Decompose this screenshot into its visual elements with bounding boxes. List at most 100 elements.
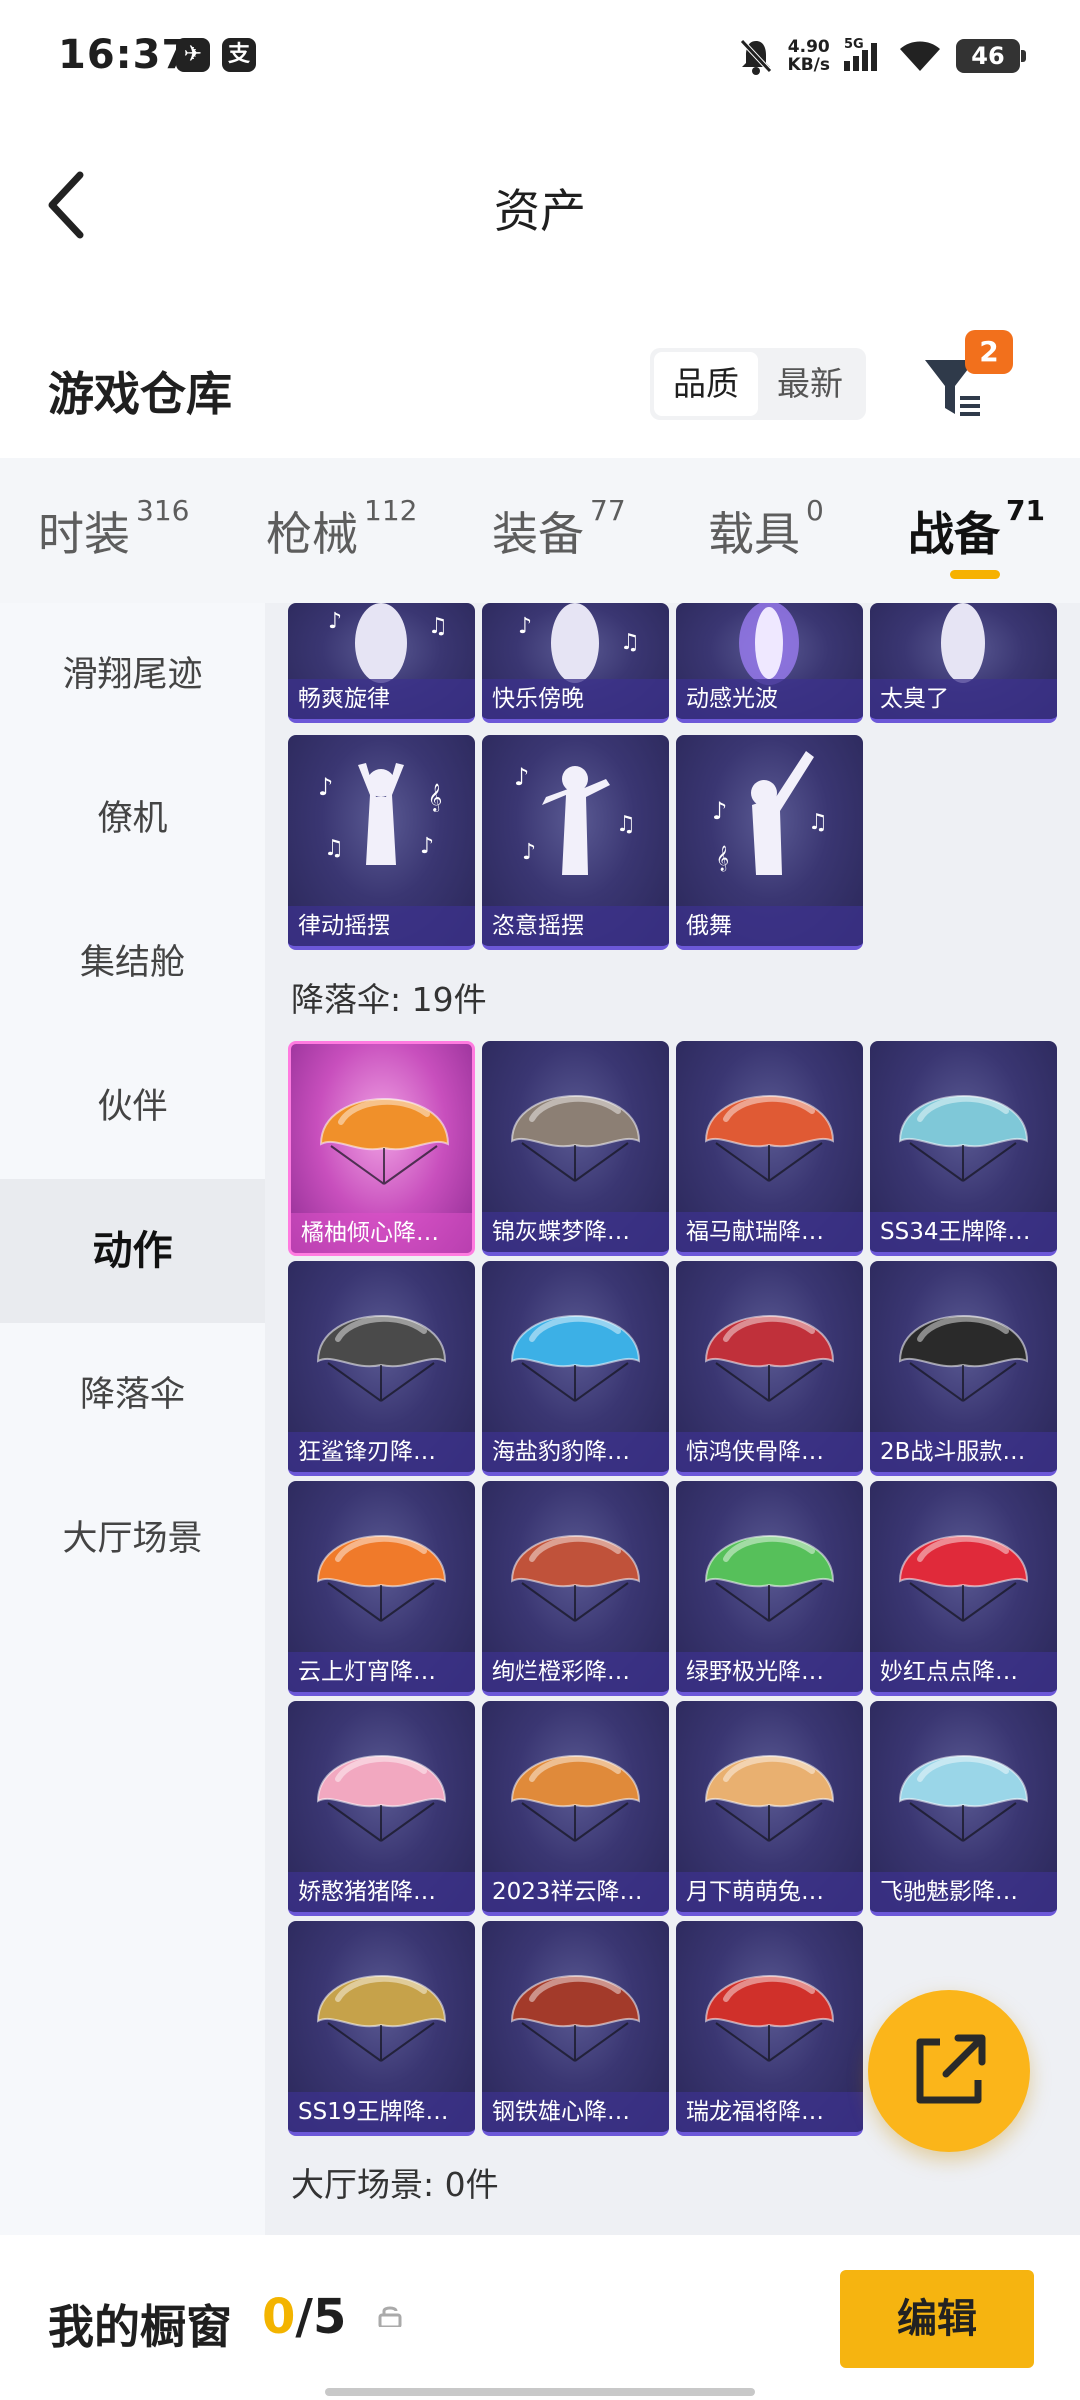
parachute-icon	[316, 1315, 447, 1402]
parachute-icon	[316, 1975, 447, 2062]
sort-option-latest[interactable]: 最新	[758, 352, 862, 416]
parachute-name: 飞驰魅影降…	[870, 1872, 1057, 1912]
mute-bell-icon	[739, 39, 772, 75]
tab-guns[interactable]: 枪械 112	[266, 494, 417, 564]
svg-text:♫: ♫	[324, 836, 344, 861]
emote-card[interactable]: ♪ ♫ 畅爽旋律	[288, 603, 475, 723]
sidebar-item-glide-trail[interactable]: 滑翔尾迹	[0, 603, 265, 747]
showcase-used: 0	[262, 2289, 296, 2345]
parachute-card[interactable]: 海盐豹豹降…	[482, 1261, 669, 1476]
parachute-name: 瑞龙福将降…	[676, 2092, 863, 2132]
parachute-icon	[510, 1535, 641, 1622]
parachute-icon	[898, 1535, 1029, 1622]
tab-active-indicator	[950, 570, 1000, 579]
alipay-icon: 支	[222, 38, 256, 72]
parachute-card[interactable]: 月下萌萌兔…	[676, 1701, 863, 1916]
svg-text:♪: ♪	[420, 834, 434, 859]
tab-battle-prep[interactable]: 战备 71	[908, 494, 1045, 564]
showcase-total: /5	[295, 2289, 347, 2345]
parachute-name: 妙红点点降…	[870, 1652, 1057, 1692]
parachute-card[interactable]: 飞驰魅影降…	[870, 1701, 1057, 1916]
parachute-icon	[319, 1098, 450, 1185]
sidebar-item-lobby-scene[interactable]: 大厅场景	[0, 1467, 265, 1611]
parachute-name: 福马献瑞降…	[676, 1212, 863, 1252]
warehouse-header: 游戏仓库 品质 最新	[0, 320, 1080, 460]
emote-card[interactable]: ♪ ♫ ♪ 恣意摇摆	[482, 735, 669, 950]
parachute-name: 绚烂橙彩降…	[482, 1652, 669, 1692]
parachute-name: 惊鸿侠骨降…	[676, 1432, 863, 1472]
battery-indicator: 46	[956, 39, 1026, 73]
parachute-card[interactable]: 妙红点点降…	[870, 1481, 1057, 1696]
tab-label: 战备	[908, 507, 1000, 561]
showcase-count: 0/5	[262, 2289, 346, 2345]
showcase-bar: 我的橱窗 0/5 编辑	[0, 2235, 1080, 2400]
emote-card[interactable]: 太臭了	[870, 603, 1057, 723]
parachute-card[interactable]: 2B战斗服款…	[870, 1261, 1057, 1476]
tab-label: 时装	[38, 507, 130, 561]
svg-text:♫: ♫	[616, 812, 636, 837]
sort-toggle: 品质 最新	[650, 348, 866, 420]
parachute-card[interactable]: 绿野极光降…	[676, 1481, 863, 1696]
parachute-name: 绿野极光降…	[676, 1652, 863, 1692]
parachute-card[interactable]: 橘柚倾心降…	[288, 1041, 475, 1256]
parachute-card[interactable]: 锦灰蝶梦降…	[482, 1041, 669, 1256]
warehouse-title: 游戏仓库	[48, 367, 232, 421]
sidebar-item-assembly-pod[interactable]: 集结舱	[0, 891, 265, 1035]
svg-text:𝄞: 𝄞	[716, 845, 729, 871]
sidebar-item-emotes[interactable]: 动作	[0, 1179, 265, 1323]
sidebar-item-wingman[interactable]: 僚机	[0, 747, 265, 891]
parachute-icon	[510, 1315, 641, 1402]
sidebar-item-partner[interactable]: 伙伴	[0, 1035, 265, 1179]
emote-name: 动感光波	[676, 679, 863, 719]
parachute-name: SS34王牌降…	[870, 1212, 1057, 1252]
parachute-card[interactable]: 云上灯宵降…	[288, 1481, 475, 1696]
share-button[interactable]	[868, 1990, 1030, 2152]
tab-vehicles[interactable]: 载具 0	[708, 494, 824, 564]
parachute-section-title: 降落伞: 19件	[291, 980, 487, 1019]
parachute-icon	[704, 1755, 835, 1842]
net-speed: 4.90 KB/s	[788, 38, 830, 74]
parachute-card[interactable]: SS34王牌降…	[870, 1041, 1057, 1256]
parachute-name: 锦灰蝶梦降…	[482, 1212, 669, 1252]
top-bar: 资产	[0, 115, 1080, 285]
parachute-name: 娇憨猪猪降…	[288, 1872, 475, 1912]
parachute-name: 狂鲨锋刃降…	[288, 1432, 475, 1472]
filter-count-badge: 2	[965, 330, 1013, 374]
parachute-card[interactable]: 惊鸿侠骨降…	[676, 1261, 863, 1476]
sort-option-quality[interactable]: 品质	[654, 352, 758, 416]
parachute-icon	[704, 1535, 835, 1622]
parachute-card[interactable]: 娇憨猪猪降…	[288, 1701, 475, 1916]
tab-gear[interactable]: 装备 77	[492, 494, 626, 564]
parachute-card[interactable]: 钢铁雄心降…	[482, 1921, 669, 2136]
parachute-name: 月下萌萌兔…	[676, 1872, 863, 1912]
dancer-silhouette-icon: ♪ ♫ ♪	[514, 763, 636, 875]
svg-text:♪: ♪	[318, 773, 333, 801]
svg-text:♫: ♫	[428, 614, 448, 639]
emote-card[interactable]: 动感光波	[676, 603, 863, 723]
parachute-card[interactable]: 福马献瑞降…	[676, 1041, 863, 1256]
parachute-name: 云上灯宵降…	[288, 1652, 475, 1692]
sidebar-item-parachute[interactable]: 降落伞	[0, 1323, 265, 1467]
parachute-name: 2B战斗服款…	[870, 1432, 1057, 1472]
tab-fashion[interactable]: 时装 316	[38, 494, 189, 564]
parachute-card[interactable]: 瑞龙福将降…	[676, 1921, 863, 2136]
parachute-icon	[704, 1975, 835, 2062]
net-speed-unit: KB/s	[787, 55, 830, 75]
parachute-card[interactable]: 绚烂橙彩降…	[482, 1481, 669, 1696]
emote-card[interactable]: ♪ ♫ 快乐傍晚	[482, 603, 669, 723]
lobby-section-title: 大厅场景: 0件	[291, 2165, 499, 2204]
showcase-label: 我的橱窗	[48, 2300, 232, 2354]
tab-label: 载具	[708, 507, 800, 561]
emote-card[interactable]: ♪ 𝄞 ♫ ♪ 律动摇摆	[288, 735, 475, 950]
emote-name: 恣意摇摆	[482, 906, 669, 946]
dancer-silhouette-icon: ♪ 𝄞 ♫ ♪	[318, 763, 442, 865]
svg-text:♪: ♪	[328, 609, 342, 634]
parachute-card[interactable]: SS19王牌降…	[288, 1921, 475, 2136]
edit-button[interactable]: 编辑	[840, 2270, 1034, 2368]
parachute-icon	[510, 1095, 641, 1182]
parachute-card[interactable]: 2023祥云降…	[482, 1701, 669, 1916]
page-title: 资产	[494, 184, 586, 238]
parachute-card[interactable]: 狂鲨锋刃降…	[288, 1261, 475, 1476]
parachute-name: 2023祥云降…	[482, 1872, 669, 1912]
emote-card[interactable]: ♪ ♫ 𝄞 俄舞	[676, 735, 863, 950]
